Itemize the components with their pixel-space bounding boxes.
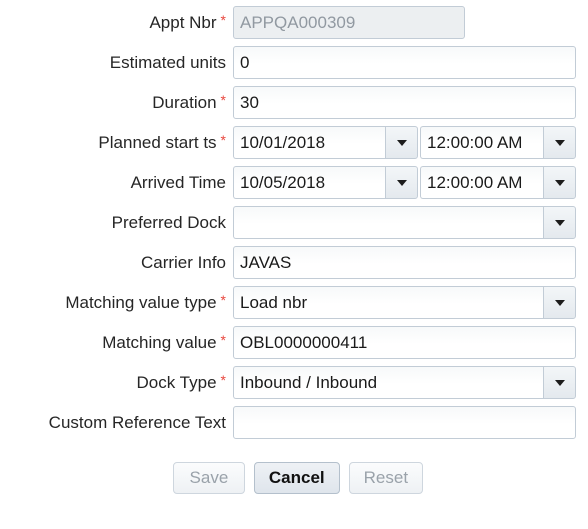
dock-type-select[interactable]: Inbound / Inbound <box>233 366 576 399</box>
preferred-dock-value <box>233 206 543 239</box>
planned-start-date-input[interactable] <box>233 126 385 159</box>
field-matching-value <box>226 326 588 359</box>
form-actions: Save Cancel Reset <box>0 462 588 494</box>
label-appt-nbr: Appt Nbr * <box>0 6 226 40</box>
label-text: Matching value type <box>65 293 217 312</box>
chevron-down-icon <box>554 299 565 306</box>
chevron-down-icon <box>554 139 565 146</box>
field-estimated-units <box>226 46 588 79</box>
planned-start-date-dropdown-button[interactable] <box>385 126 418 159</box>
required-asterisk: * <box>220 12 226 28</box>
field-matching-value-type: Load nbr <box>226 286 588 319</box>
chevron-down-icon <box>396 139 407 146</box>
field-preferred-dock <box>226 206 588 239</box>
arrived-time-dropdown-button[interactable] <box>543 166 576 199</box>
label-preferred-dock: Preferred Dock <box>0 206 226 239</box>
label-text: Matching value <box>102 333 217 352</box>
label-duration: Duration * <box>0 86 226 120</box>
form-row-duration: Duration * <box>0 86 588 126</box>
matching-value-input[interactable] <box>233 326 576 359</box>
field-appt-nbr <box>226 6 588 39</box>
label-matching-value-type: Matching value type * <box>0 286 226 320</box>
arrived-date-dropdown-button[interactable] <box>385 166 418 199</box>
appointment-form: Appt Nbr* Estimated units Duration* Plan… <box>0 0 588 529</box>
preferred-dock-dropdown-button[interactable] <box>543 206 576 239</box>
form-row-arrived-time: Arrived Time <box>0 166 588 206</box>
field-carrier-info <box>226 246 588 279</box>
required-asterisk: * <box>220 92 226 108</box>
form-row-carrier-info: Carrier Info <box>0 246 588 286</box>
form-row-matching-value-type: Matching value type * Load nbr <box>0 286 588 326</box>
field-dock-type: Inbound / Inbound <box>226 366 588 399</box>
cancel-button[interactable]: Cancel <box>253 462 340 494</box>
estimated-units-input[interactable] <box>233 46 576 79</box>
duration-input[interactable] <box>233 86 576 119</box>
field-arrived-time <box>226 166 588 199</box>
form-row-matching-value: Matching value * <box>0 326 588 366</box>
matching-value-type-dropdown-button[interactable] <box>543 286 576 319</box>
label-custom-reference-text: Custom Reference Text <box>0 406 226 439</box>
label-text: Custom Reference Text <box>48 413 226 432</box>
required-asterisk: * <box>220 332 226 348</box>
dock-type-value: Inbound / Inbound <box>233 366 543 399</box>
matching-value-type-select[interactable]: Load nbr <box>233 286 576 319</box>
form-row-dock-type: Dock Type * Inbound / Inbound <box>0 366 588 406</box>
form-row-custom-reference-text: Custom Reference Text <box>0 406 588 446</box>
label-dock-type: Dock Type * <box>0 366 226 400</box>
planned-start-date-picker <box>233 126 418 159</box>
appt-nbr-input[interactable] <box>233 6 465 39</box>
dock-type-dropdown-button[interactable] <box>543 366 576 399</box>
label-text: Duration <box>152 93 217 112</box>
label-text: Appt Nbr <box>149 13 217 32</box>
label-planned-start-ts: Planned start ts * <box>0 126 226 160</box>
field-planned-start-ts <box>226 126 588 159</box>
custom-reference-text-input[interactable] <box>233 406 576 439</box>
reset-button[interactable]: Reset <box>348 462 424 494</box>
label-text: Carrier Info <box>140 253 226 272</box>
planned-start-time-picker <box>420 126 576 159</box>
label-matching-value: Matching value * <box>0 326 226 360</box>
form-row-preferred-dock: Preferred Dock <box>0 206 588 246</box>
arrived-time-input[interactable] <box>420 166 543 199</box>
arrived-date-picker <box>233 166 418 199</box>
required-asterisk: * <box>220 132 226 148</box>
save-button[interactable]: Save <box>172 462 245 494</box>
label-text: Dock Type <box>136 373 217 392</box>
arrived-time-picker <box>420 166 576 199</box>
label-text: Planned start ts <box>98 133 217 152</box>
required-asterisk: * <box>220 372 226 388</box>
chevron-down-icon <box>554 379 565 386</box>
label-estimated-units: Estimated units <box>0 46 226 79</box>
label-text: Preferred Dock <box>111 213 226 232</box>
arrived-date-input[interactable] <box>233 166 385 199</box>
form-row-estimated-units: Estimated units <box>0 46 588 86</box>
chevron-down-icon <box>396 179 407 186</box>
label-arrived-time: Arrived Time <box>0 166 226 199</box>
field-custom-reference-text <box>226 406 588 439</box>
planned-start-time-input[interactable] <box>420 126 543 159</box>
planned-start-time-dropdown-button[interactable] <box>543 126 576 159</box>
carrier-info-input[interactable] <box>233 246 576 279</box>
form-row-appt-nbr: Appt Nbr * <box>0 6 588 46</box>
preferred-dock-select[interactable] <box>233 206 576 239</box>
matching-value-type-value: Load nbr <box>233 286 543 319</box>
label-carrier-info: Carrier Info <box>0 246 226 279</box>
label-text: Estimated units <box>109 53 226 72</box>
chevron-down-icon <box>554 219 565 226</box>
chevron-down-icon <box>554 179 565 186</box>
field-duration <box>226 86 588 119</box>
required-asterisk: * <box>220 292 226 308</box>
label-text: Arrived Time <box>130 173 226 192</box>
form-row-planned-start-ts: Planned start ts * <box>0 126 588 166</box>
